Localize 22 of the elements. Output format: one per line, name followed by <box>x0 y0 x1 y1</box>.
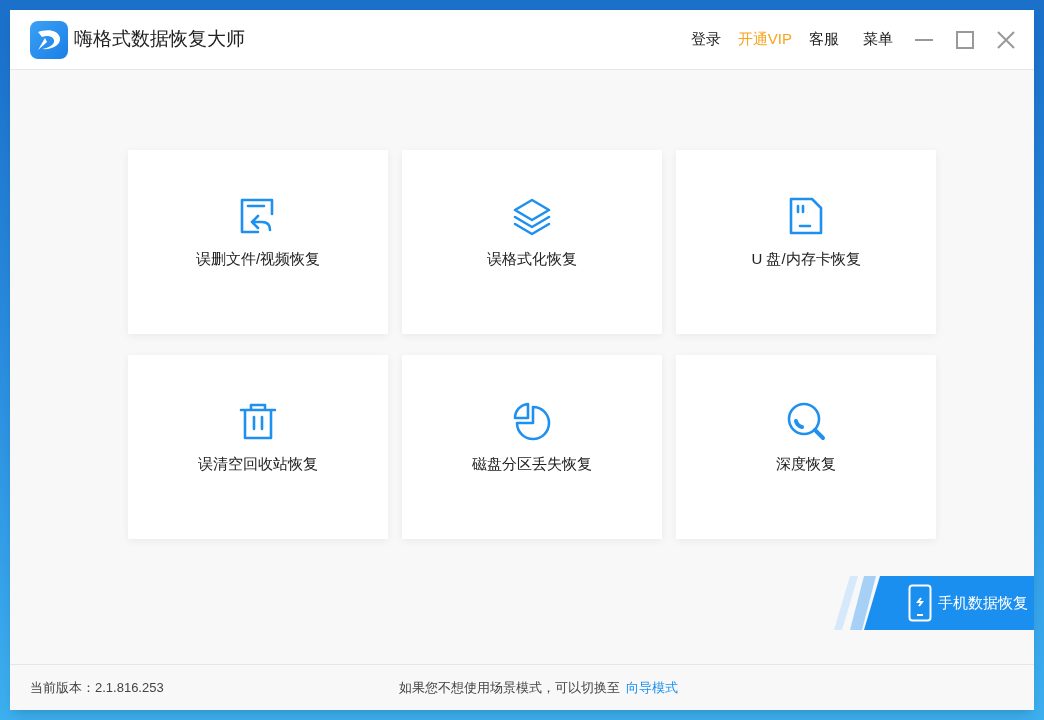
nav-link[interactable]: 客服 <box>809 28 839 51</box>
pie-chart-icon <box>512 401 552 441</box>
nav-link[interactable]: 菜单 <box>863 28 893 51</box>
trash-icon <box>238 401 278 441</box>
version-text: 当前版本：2.1.816.253 <box>30 678 164 697</box>
recovery-card[interactable]: 误删文件/视频恢复 <box>128 150 388 334</box>
recovery-card[interactable]: 磁盘分区丢失恢复 <box>402 355 662 539</box>
app-logo <box>30 20 68 59</box>
phone-icon <box>908 584 932 622</box>
recovery-card[interactable]: 误清空回收站恢复 <box>128 355 388 539</box>
recovery-card[interactable]: 深度恢复 <box>676 355 936 539</box>
layers-icon <box>511 196 553 236</box>
recovery-card[interactable]: U 盘/内存卡恢复 <box>676 150 936 334</box>
search-icon <box>786 401 826 441</box>
mode-hint-text: 如果您不想使用场景模式，可以切换至 向导模式 <box>398 678 678 697</box>
close-icon[interactable] <box>996 29 1016 50</box>
memory-card-icon <box>788 196 824 236</box>
stripes-icon <box>834 576 876 630</box>
recovery-card[interactable]: 误格式化恢复 <box>402 150 662 334</box>
nav-link[interactable]: 登录 <box>690 28 721 51</box>
window-title: 嗨格式数据恢复大师 <box>74 27 245 52</box>
maximize-icon[interactable] <box>955 29 975 50</box>
